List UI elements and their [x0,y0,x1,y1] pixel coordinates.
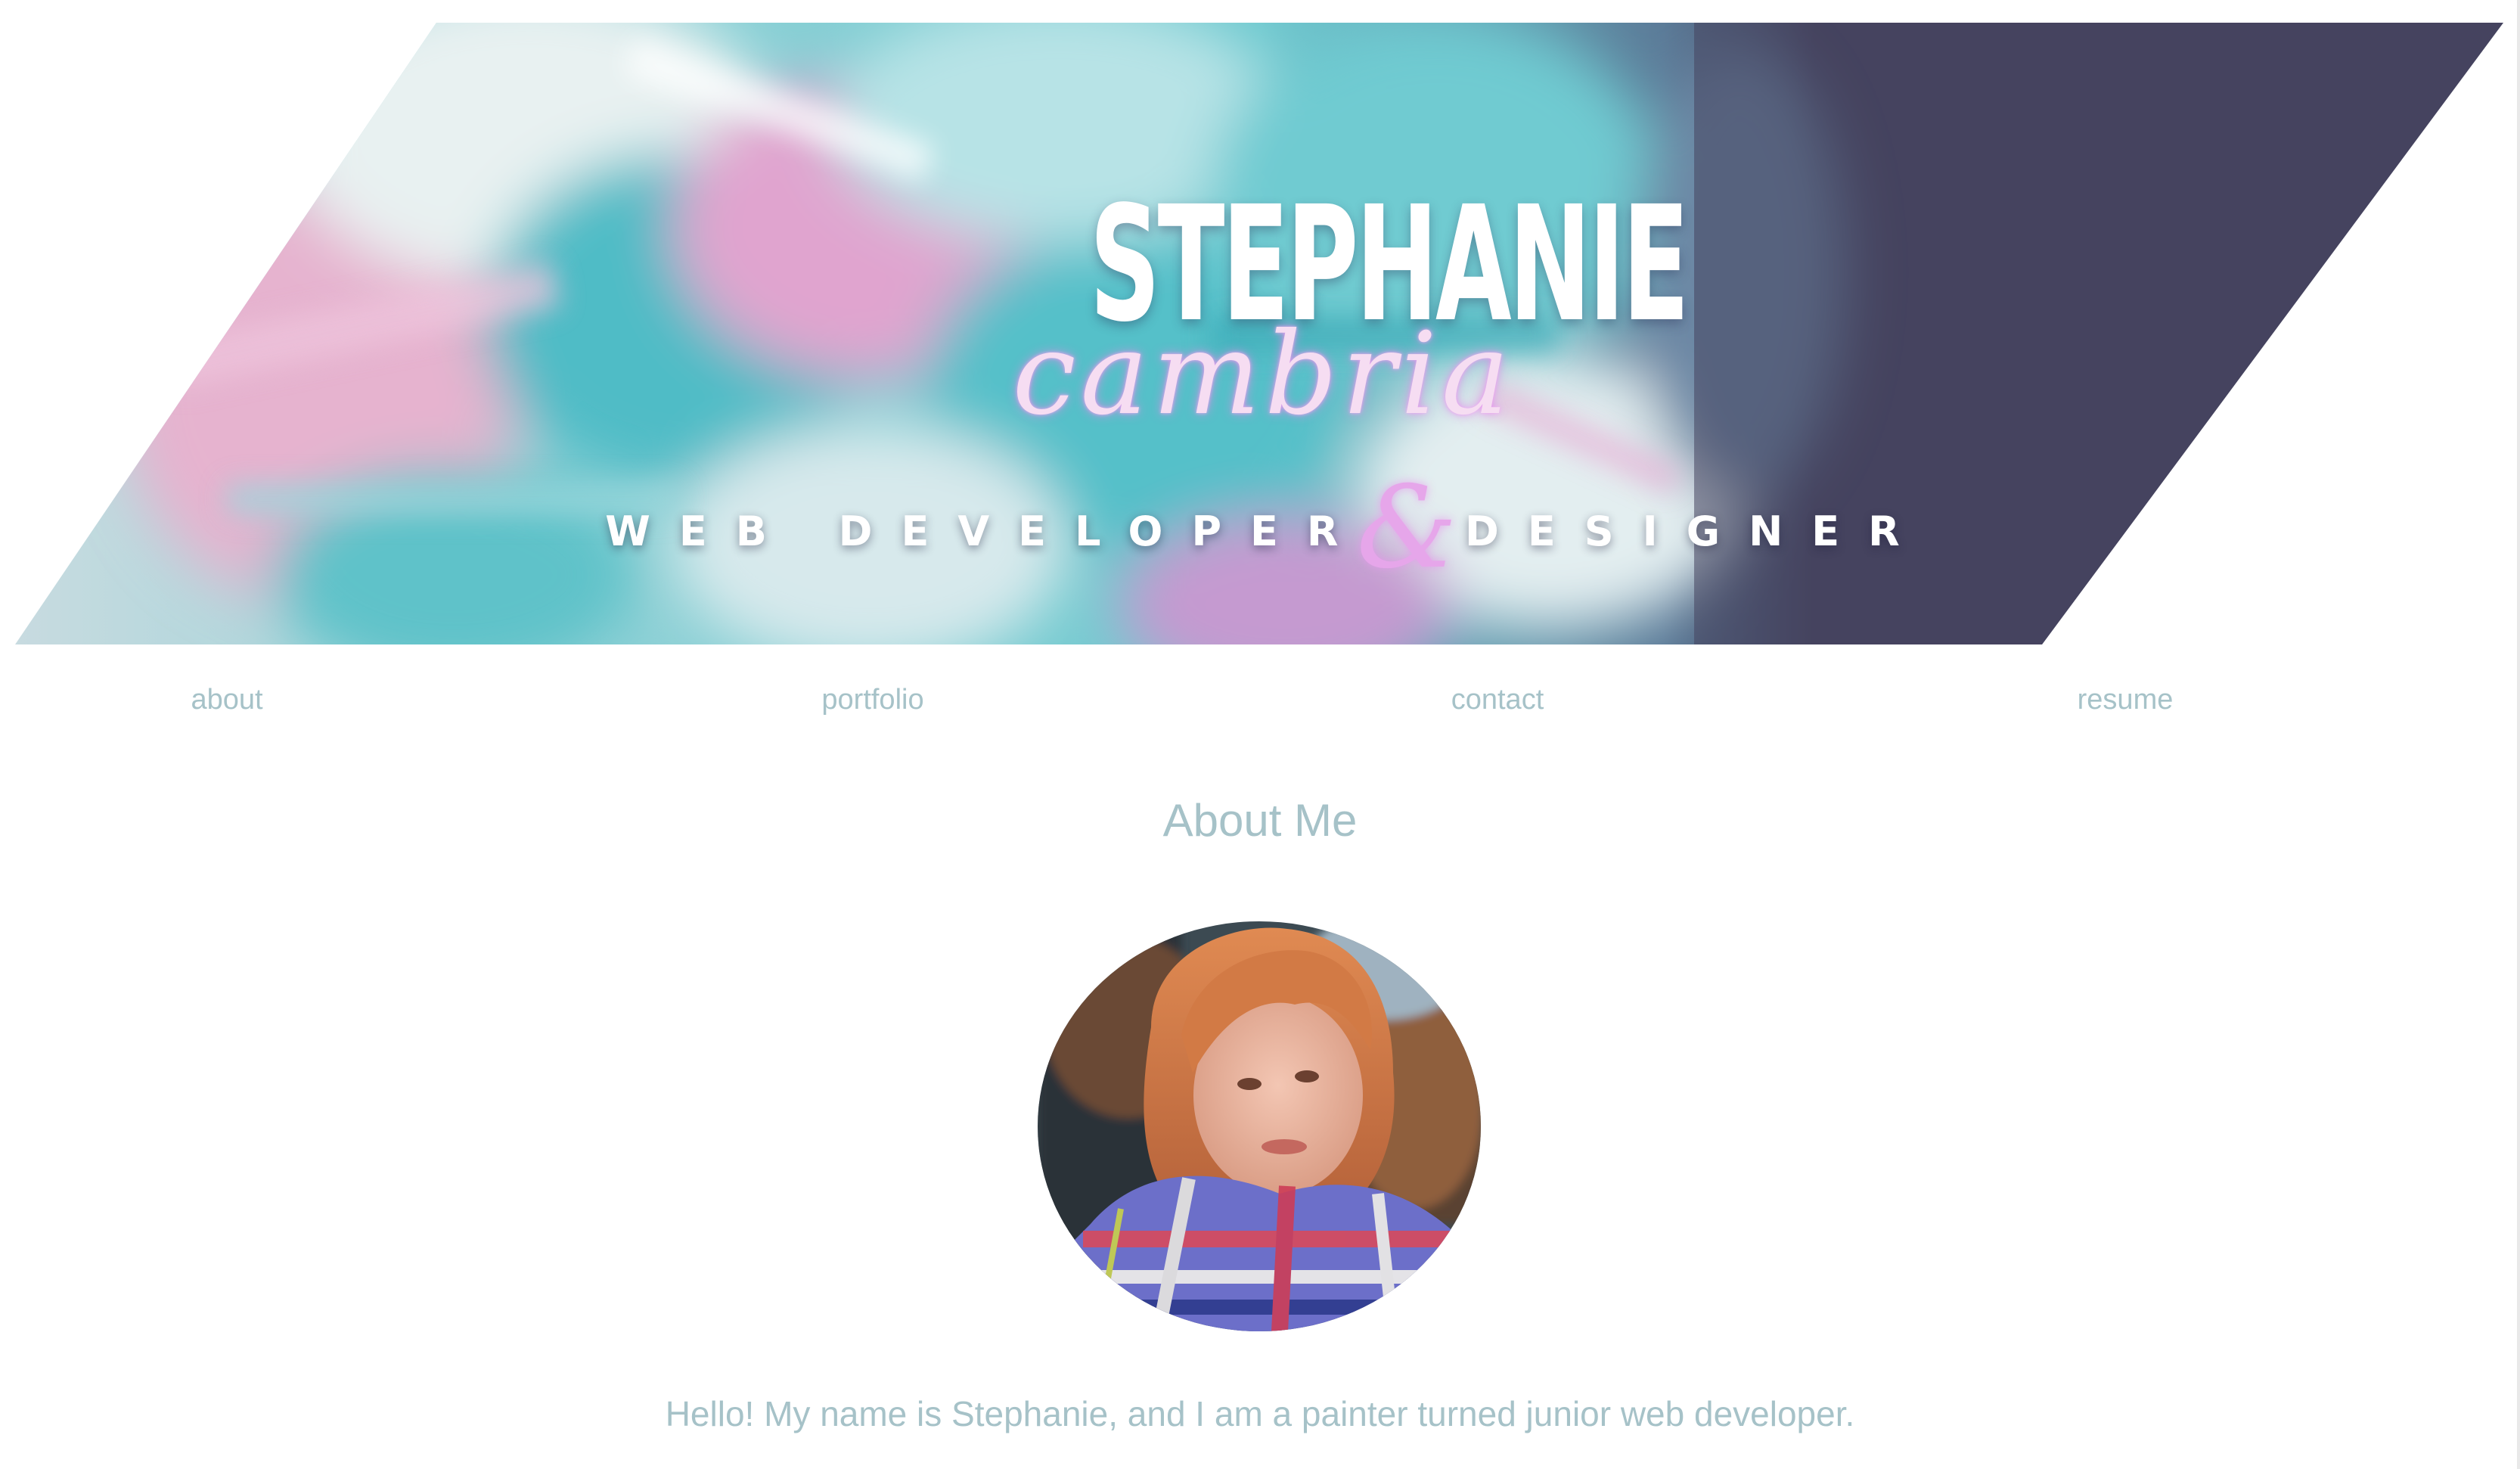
banner-last-name: cambria [1012,309,1514,440]
about-intro-text: Hello! My name is Stephanie, and I am a … [665,1394,1855,1433]
nav-link-resume[interactable]: resume [2078,684,2174,716]
profile-photo [1038,921,1481,1331]
nav-link-portfolio[interactable]: portfolio [821,684,923,716]
tagline-ampersand: & [1356,462,1458,594]
tagline-role-designer: DESIGNER [1465,507,1929,555]
window-right-edge [2517,0,2520,1469]
about-heading: About Me [1162,795,1358,846]
banner-tagline: WEB DEVELOPER & DESIGNER [605,471,1899,585]
nav-link-contact[interactable]: contact [1451,684,1544,716]
main-nav: about portfolio contact resume [0,684,2520,737]
profile-photo-image [1038,921,1481,1331]
tagline-role-developer: WEB DEVELOPER [605,507,1367,555]
page: STEPHANIE cambria WEB DEVELOPER & DESIGN… [0,0,2520,1469]
nav-link-about[interactable]: about [191,684,262,716]
